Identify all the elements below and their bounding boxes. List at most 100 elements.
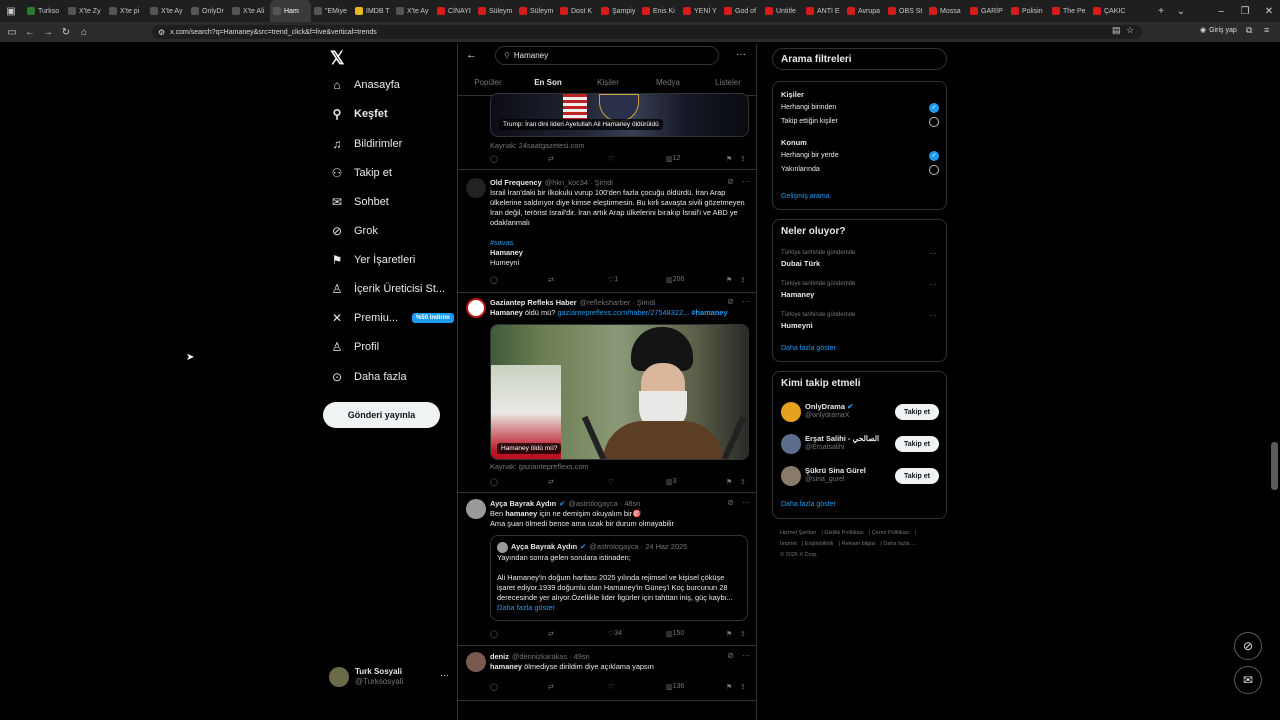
back-arrow-icon[interactable]: ←: [466, 49, 477, 61]
share-icon[interactable]: ⇪: [740, 683, 746, 691]
suggestion-name[interactable]: Şükrü Sina Gürel: [805, 466, 866, 475]
footer-link[interactable]: Çerez Politikası: [872, 530, 910, 536]
nav-item-1[interactable]: ⌂ Anasayfa: [330, 75, 400, 95]
reply-icon[interactable]: ◯: [490, 478, 498, 486]
browser-tab[interactable]: CİNAYI: [434, 0, 475, 22]
more-dots-icon[interactable]: ···: [929, 280, 937, 289]
browser-tab[interactable]: Polisin: [1008, 0, 1049, 22]
suggestion-name[interactable]: Erşat Salihi - الصالحي: [805, 434, 879, 443]
reply-icon[interactable]: ◯: [490, 683, 498, 691]
sidebar-toggle-icon[interactable]: ▭: [3, 27, 21, 38]
bookmark-icon[interactable]: ⚑: [726, 276, 732, 284]
browser-tab[interactable]: Turkso: [24, 0, 65, 22]
views-count[interactable]: ▥ 3: [666, 478, 677, 486]
browser-tab[interactable]: X'te Ali: [229, 0, 270, 22]
more-dots-icon[interactable]: ···: [440, 670, 449, 680]
reply-icon[interactable]: ◯: [490, 276, 498, 284]
like-count[interactable]: ♡ 34: [608, 630, 622, 638]
bookmark-icon[interactable]: ⚑: [726, 683, 732, 691]
nav-item-6[interactable]: ⊘ Grok: [330, 221, 378, 241]
reply-icon[interactable]: ◯: [490, 155, 498, 163]
bookmark-icon[interactable]: ⚑: [726, 478, 732, 486]
retweet-icon[interactable]: ⇄: [548, 276, 554, 284]
back-icon[interactable]: ←: [21, 27, 39, 38]
extensions-icon[interactable]: ⧉: [1246, 25, 1252, 36]
quoted-tweet[interactable]: Ayça Bayrak Aydın ✔ @astrologayca · 24 Haz…: [490, 535, 748, 621]
footer-link[interactable]: Reklam bilgisi: [841, 541, 875, 547]
new-tab-icon[interactable]: +: [1150, 0, 1172, 22]
browser-tab[interactable]: ANTİ E: [803, 0, 844, 22]
author-handle[interactable]: @dennizkarakas · 49sn: [512, 652, 590, 662]
views-count[interactable]: ▥ 150: [666, 630, 684, 638]
minimize-icon[interactable]: –: [1210, 0, 1232, 22]
messages-floating-icon[interactable]: ✉: [1234, 666, 1262, 694]
footer-link[interactable]: Hizmet Şartları: [780, 530, 816, 536]
sign-in-button[interactable]: ◉ Giriş yap: [1200, 26, 1237, 35]
tweet[interactable]: ⊘ ··· Ayça Bayrak Aydın ✔ @astrologayca · 4…: [458, 494, 756, 646]
x-logo-icon[interactable]: 𝕏: [330, 48, 345, 69]
author-handle[interactable]: @astrologayca · 48sn: [568, 499, 640, 509]
browser-tab[interactable]: YENİ Y: [680, 0, 721, 22]
browser-tab[interactable]: Ham: [270, 0, 311, 22]
author-name[interactable]: deniz: [490, 652, 509, 662]
browser-tab[interactable]: Mossa: [926, 0, 967, 22]
views-count[interactable]: ▥ 206: [666, 276, 684, 284]
maximize-icon[interactable]: ❐: [1234, 0, 1256, 22]
nav-item-7[interactable]: ⚑ Yer İşaretleri: [330, 250, 416, 270]
avatar[interactable]: [466, 499, 486, 519]
share-icon[interactable]: ⇪: [740, 478, 746, 486]
nav-item-2[interactable]: ⚲ Keşfet: [330, 104, 388, 124]
tab-1[interactable]: Popüler: [458, 72, 518, 95]
url-field[interactable]: ⚙ x.com/search?q=Hamaney&src=trend_click…: [152, 25, 1142, 39]
avatar[interactable]: [466, 652, 486, 672]
tab-list-icon[interactable]: ⌄: [1170, 0, 1192, 22]
footer-link[interactable]: Daha fazla ...: [883, 541, 915, 547]
search-input[interactable]: ⚲ Hamaney: [495, 46, 719, 65]
like-icon[interactable]: ♡: [608, 683, 614, 691]
suggestion-name[interactable]: OnlyDrama ✔: [805, 402, 853, 411]
avatar[interactable]: [781, 466, 801, 486]
share-icon[interactable]: ⇪: [740, 276, 746, 284]
hashtag-link[interactable]: #savas: [490, 238, 748, 248]
show-more-link[interactable]: Daha fazla göster: [497, 603, 741, 613]
home-browser-icon[interactable]: ⌂: [75, 27, 93, 38]
tweet[interactable]: ⊘ ··· Old Frequency @hkn_koc34 · Şimdi İsr…: [458, 171, 756, 293]
browser-tab[interactable]: Süleym: [475, 0, 516, 22]
browser-tab[interactable]: Enis Ki: [639, 0, 680, 22]
footer-link[interactable]: İmprint: [780, 541, 797, 547]
author-handle[interactable]: @refleksharber · Şimdi: [580, 298, 656, 308]
share-icon[interactable]: ⇪: [740, 630, 746, 638]
advanced-search-link[interactable]: Gelişmiş arama: [781, 193, 830, 200]
nav-item-9[interactable]: ✕ Premiu... %50 indirim: [330, 308, 454, 328]
tab-2[interactable]: En Son: [518, 72, 578, 95]
nav-item-5[interactable]: ✉ Sohbet: [330, 192, 389, 212]
tweet[interactable]: Trump: İran dini lideri Ayetullah Ali Ha…: [458, 93, 756, 170]
article-link[interactable]: gaziantepreflexs.com/haber/27548322...: [557, 308, 689, 317]
more-dots-icon[interactable]: ···: [929, 311, 937, 320]
nav-item-3[interactable]: ♫ Bildirimler: [330, 134, 403, 154]
browser-tab[interactable]: Süleym: [516, 0, 557, 22]
trends-show-more-link[interactable]: Daha fazla göster: [781, 345, 836, 352]
tab-3[interactable]: Kişiler: [578, 72, 638, 95]
browser-tab[interactable]: Avrupa: [844, 0, 885, 22]
like-icon[interactable]: ♡: [608, 155, 614, 163]
retweet-icon[interactable]: ⇄: [548, 683, 554, 691]
retweet-icon[interactable]: ⇄: [548, 478, 554, 486]
filter-option-nearby[interactable]: Yakınlarında: [781, 166, 820, 173]
share-icon[interactable]: ⇪: [740, 155, 746, 163]
radio-following[interactable]: [929, 117, 939, 127]
hashtag-link[interactable]: #hamaney: [689, 308, 727, 317]
browser-tab[interactable]: God of: [721, 0, 762, 22]
avatar[interactable]: [466, 178, 486, 198]
browser-tab[interactable]: X'te Ay: [147, 0, 188, 22]
link-source[interactable]: Kaynak: gaziantepreflexs.com: [490, 462, 748, 472]
more-options-icon[interactable]: ···: [736, 49, 746, 60]
radio-anyone-checked[interactable]: ✓: [929, 103, 939, 113]
tweet-image[interactable]: Trump: İran dini lideri Ayetullah Ali Ha…: [490, 93, 749, 137]
browser-tab[interactable]: ÇAKIC: [1090, 0, 1131, 22]
follow-show-more-link[interactable]: Daha fazla göster: [781, 501, 836, 508]
follow-button[interactable]: Takip et: [895, 436, 939, 452]
browser-tab[interactable]: X'te pi: [106, 0, 147, 22]
browser-tab[interactable]: GARİP: [967, 0, 1008, 22]
author-name[interactable]: Ayça Bayrak Aydın: [490, 499, 556, 509]
